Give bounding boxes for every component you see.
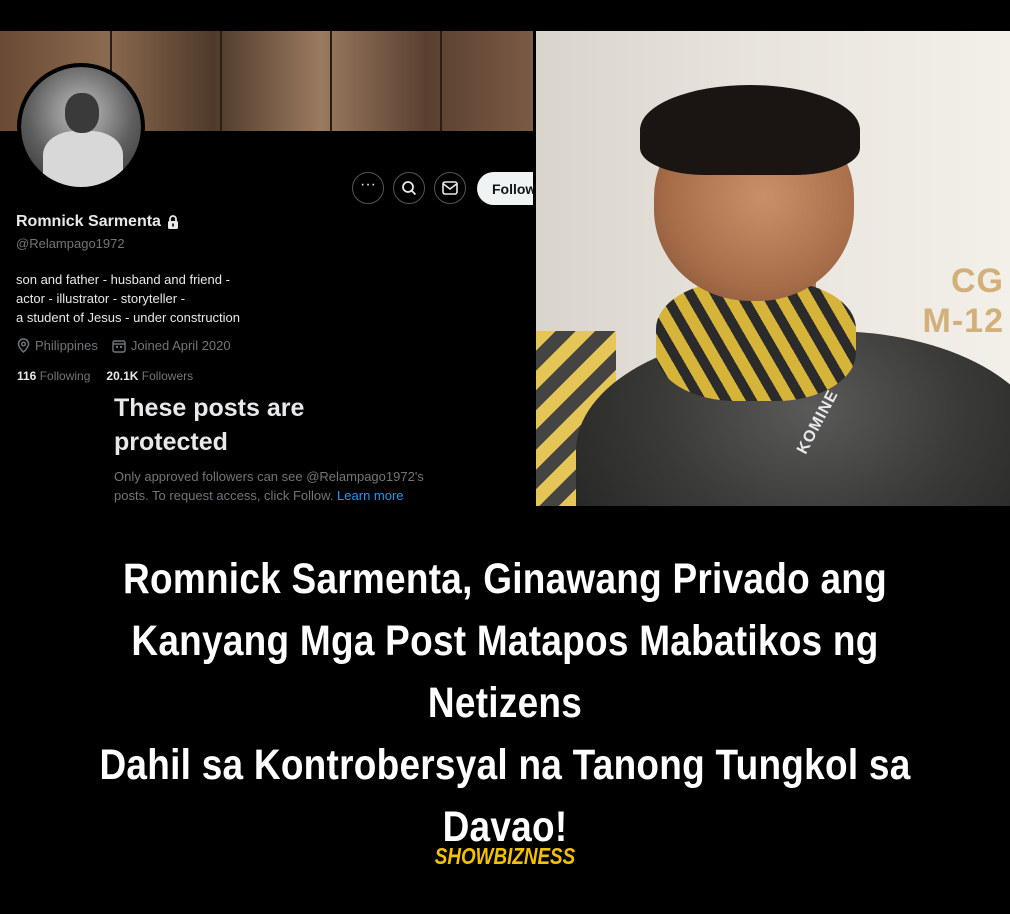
- message-icon: [442, 181, 458, 195]
- search-icon: [402, 181, 417, 196]
- message-button[interactable]: [434, 172, 466, 204]
- following-count: 116: [17, 369, 37, 383]
- bio-line: a student of Jesus - under construction: [16, 310, 241, 325]
- wall-text-1: CG: [951, 262, 1004, 300]
- joined-text: Joined April 2020: [130, 338, 231, 353]
- more-button[interactable]: ···: [352, 172, 384, 204]
- protected-title: These posts are protected: [114, 391, 414, 459]
- headline-line: Kanyang Mga Post Matapos Mabatikos ng Ne…: [131, 617, 879, 727]
- headline-line: Dahil sa Kontrobersyal na Tanong Tungkol…: [99, 741, 911, 789]
- protected-title-line: These posts are: [114, 394, 305, 422]
- following-stat[interactable]: 116 Following: [17, 369, 90, 383]
- profile-name: Romnick Sarmenta: [16, 213, 161, 230]
- lock-icon: [167, 214, 178, 229]
- followers-count: 20.1K: [106, 369, 139, 383]
- learn-more-link[interactable]: Learn more: [337, 488, 403, 503]
- protected-desc-line: Only approved followers can see @Relampa…: [114, 469, 424, 484]
- location-item: Philippines: [17, 338, 98, 353]
- followers-label: Followers: [141, 369, 194, 383]
- bio-line: son and father - husband and friend -: [16, 272, 230, 287]
- avatar[interactable]: [17, 63, 145, 191]
- followers-stat[interactable]: 20.1K Followers: [106, 369, 193, 383]
- hair: [640, 85, 860, 175]
- follow-stats: 116 Following 20.1K Followers: [17, 369, 193, 383]
- headline-line: Romnick Sarmenta, Ginawang Privado ang: [123, 555, 887, 603]
- calendar-icon: [112, 339, 126, 353]
- protected-title-line: protected: [114, 428, 228, 456]
- wall-marking: CG M-12: [923, 261, 1004, 341]
- source-credit: SHOWBIZNESS: [434, 843, 576, 869]
- protected-description: Only approved followers can see @Relampa…: [114, 467, 494, 505]
- protected-desc-line-2: posts. To request access, click Follow. …: [114, 486, 494, 505]
- follow-button[interactable]: Follow: [477, 172, 533, 205]
- following-label: Following: [39, 369, 91, 383]
- joined-item: Joined April 2020: [112, 338, 231, 353]
- location-icon: [17, 338, 30, 353]
- portrait-photo: CG M-12 KOMINE: [536, 31, 1010, 506]
- profile-meta: Philippines Joined April 2020: [17, 338, 245, 353]
- location-text: Philippines: [35, 338, 98, 353]
- name-row: Romnick Sarmenta: [16, 213, 179, 231]
- wall-text-2: M-12: [922, 302, 1004, 340]
- profile-handle: @Relampago1972: [16, 236, 125, 251]
- profile-bio: son and father - husband and friend - ac…: [16, 270, 240, 327]
- more-icon: ···: [360, 176, 376, 193]
- protected-desc-text: posts. To request access, click Follow.: [114, 488, 334, 503]
- bio-line: actor - illustrator - storyteller -: [16, 291, 186, 306]
- search-button[interactable]: [393, 172, 425, 204]
- headline: Romnick Sarmenta, Ginawang Privado ang K…: [92, 548, 918, 858]
- profile-screenshot: ··· Follow Romnick Sarmenta @Relampago19…: [0, 31, 533, 506]
